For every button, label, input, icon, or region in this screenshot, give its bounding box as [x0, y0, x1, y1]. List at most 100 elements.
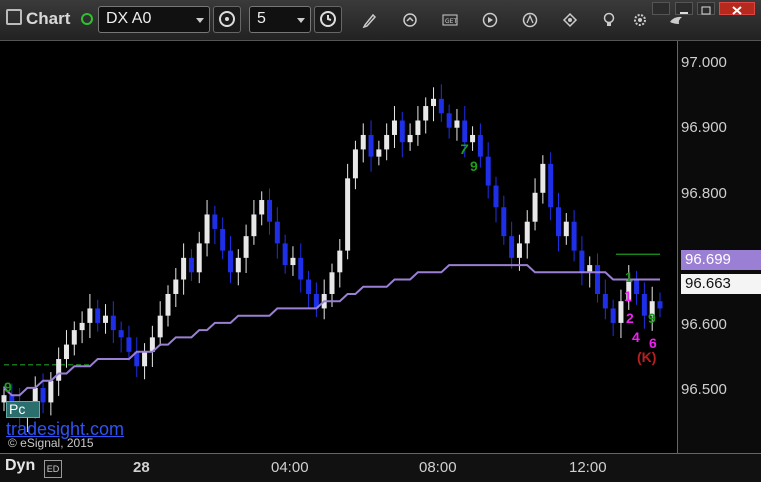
- candle-body: [79, 322, 85, 331]
- settings-icon[interactable]: [632, 12, 648, 28]
- candle-body: [87, 308, 93, 323]
- candle-body: [634, 279, 640, 294]
- y-tick-label: 96.500: [681, 381, 727, 398]
- toolbar: Chart DX A0 5 GET: [0, 0, 761, 41]
- y-tick-label: 96.800: [681, 185, 727, 202]
- candle-body: [571, 221, 577, 251]
- candle-body: [251, 214, 257, 237]
- candle-body: [298, 257, 304, 280]
- candle-body: [391, 120, 397, 135]
- interval-dropdown-icon: [297, 18, 305, 23]
- candle-body: [563, 221, 569, 237]
- x-tick-label: 08:00: [419, 459, 457, 476]
- count-marker: 2: [626, 310, 634, 326]
- pencil-icon[interactable]: [362, 12, 378, 28]
- setup-marker: 9: [470, 158, 478, 174]
- candle-body: [431, 98, 437, 107]
- copyright-text: © eSignal, 2015: [8, 436, 94, 450]
- candle-body: [157, 315, 163, 338]
- candle-body: [446, 113, 452, 128]
- candle-body: [438, 98, 444, 114]
- svg-text:GET: GET: [445, 18, 457, 25]
- bookmark-icon[interactable]: [562, 12, 578, 28]
- candle-body: [227, 250, 233, 273]
- interval-value: 5: [257, 10, 266, 27]
- candle-body: [407, 134, 413, 143]
- get-icon[interactable]: GET: [442, 12, 458, 28]
- candle-body: [103, 315, 109, 323]
- candle-body: [110, 315, 116, 331]
- candle-body: [532, 192, 538, 222]
- candle-body: [384, 134, 390, 150]
- setup-marker: 9: [648, 310, 656, 326]
- refresh-icon[interactable]: [402, 12, 418, 28]
- status-dot-icon: [81, 13, 93, 25]
- candle-body: [306, 279, 312, 294]
- candle-body: [329, 272, 335, 294]
- gear-clock-icon: [219, 11, 235, 27]
- y-tick-label: 96.900: [681, 119, 727, 136]
- analysis-icon[interactable]: [522, 12, 538, 28]
- candle-body: [509, 236, 515, 258]
- price-chart-panel[interactable]: [0, 41, 677, 453]
- candle-body: [641, 293, 647, 316]
- candle-body: [274, 221, 280, 244]
- candle-body: [259, 200, 265, 215]
- candle-body: [595, 265, 601, 294]
- candle-body: [548, 163, 554, 208]
- last-price-badge: 96.663: [681, 274, 761, 294]
- dynamic-toggle-button[interactable]: ED: [44, 460, 62, 478]
- candle-body: [587, 265, 593, 273]
- candle-body: [196, 243, 202, 273]
- symbol-dropdown[interactable]: DX A0: [98, 6, 210, 33]
- x-tick-label: 04:00: [271, 459, 309, 476]
- pc-button[interactable]: Pc: [6, 401, 40, 418]
- average-value-badge: 96.699: [681, 250, 761, 270]
- chart-icon: [6, 9, 22, 25]
- countdown-marker: (K): [637, 349, 657, 365]
- symbol-value: DX A0: [106, 10, 152, 27]
- play-icon[interactable]: [482, 12, 498, 28]
- candle-body: [470, 134, 476, 143]
- close-button[interactable]: [719, 2, 755, 15]
- candle-body: [345, 178, 351, 251]
- candle-body: [212, 214, 218, 229]
- candle-body: [173, 279, 179, 294]
- candle-body: [610, 308, 616, 323]
- minimize-button[interactable]: [675, 2, 693, 15]
- candle-body: [555, 207, 561, 237]
- candle-body: [56, 359, 62, 381]
- price-chart[interactable]: [0, 41, 677, 453]
- candle-body: [485, 156, 491, 186]
- window-menu-button[interactable]: [652, 2, 670, 15]
- candle-body: [126, 337, 132, 352]
- candle-body: [181, 257, 187, 280]
- candle-body: [165, 293, 171, 316]
- time-button[interactable]: [314, 6, 342, 33]
- candle-body: [618, 301, 624, 323]
- lightbulb-icon[interactable]: [601, 12, 617, 28]
- restore-button[interactable]: [697, 2, 715, 15]
- candle-body: [220, 228, 226, 251]
- candle-body: [368, 134, 374, 157]
- candle-body: [243, 236, 249, 258]
- candle-body: [493, 185, 499, 208]
- chevron-down-icon: [196, 18, 204, 23]
- candle-body: [399, 120, 405, 143]
- candle-body: [118, 330, 124, 338]
- x-tick-label: 12:00: [569, 459, 607, 476]
- clock-icon: [320, 11, 336, 27]
- candle-body: [415, 120, 421, 135]
- candle-body: [290, 257, 296, 266]
- dynamic-label: Dyn: [5, 457, 36, 474]
- time-axis[interactable]: [0, 453, 761, 482]
- candle-body: [516, 243, 522, 258]
- interval-dropdown[interactable]: 5: [249, 6, 311, 33]
- candle-body: [63, 344, 69, 360]
- interval-settings-button[interactable]: [213, 6, 241, 33]
- candle-body: [602, 293, 608, 309]
- candle-body: [352, 149, 358, 179]
- candle-body: [48, 380, 54, 403]
- close-icon: [732, 6, 742, 15]
- count-marker: 4: [632, 329, 640, 345]
